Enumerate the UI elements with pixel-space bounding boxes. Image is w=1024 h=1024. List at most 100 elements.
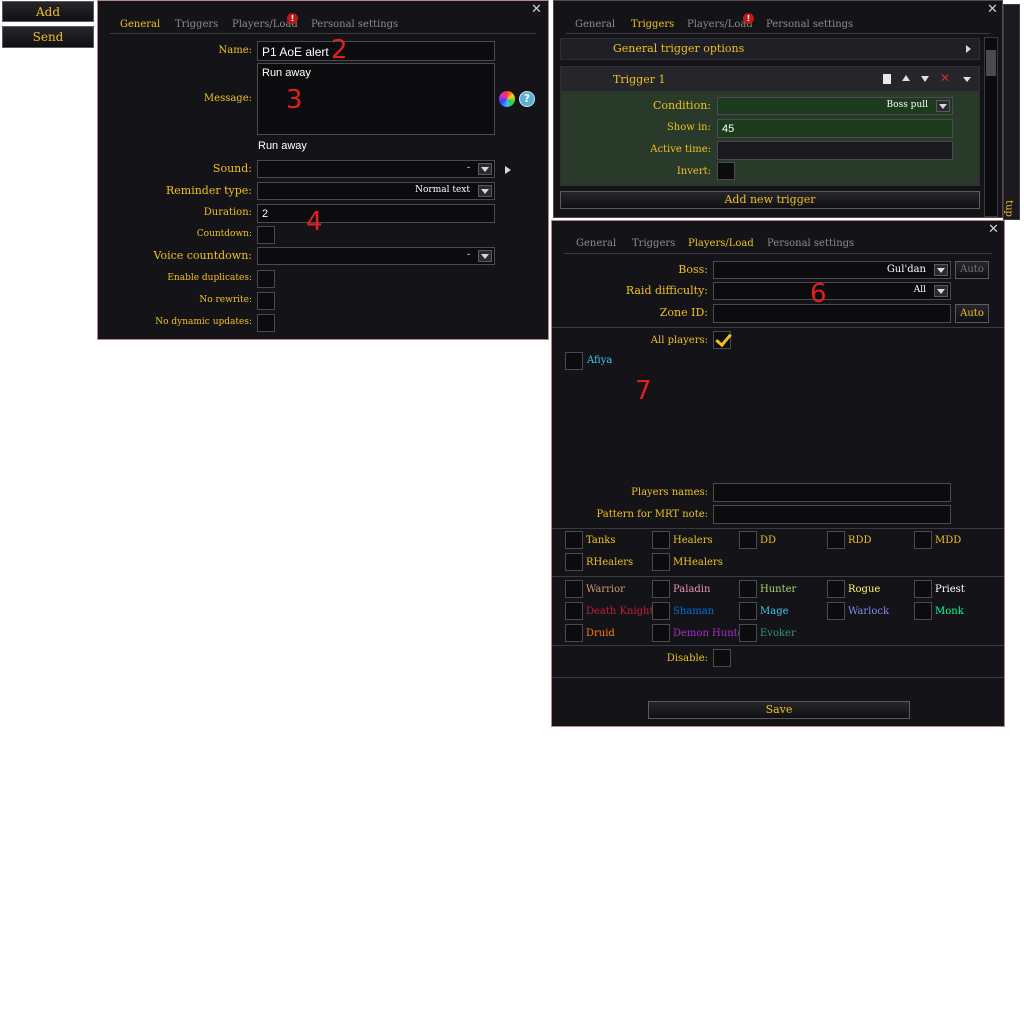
collapse-arrow-icon[interactable]: [963, 77, 971, 82]
class-checkbox-death-knight[interactable]: [565, 602, 583, 620]
duration-input[interactable]: 2: [257, 204, 495, 223]
tab-personal-settings[interactable]: Personal settings: [766, 19, 853, 30]
chevron-down-icon[interactable]: [478, 185, 492, 197]
invert-checkbox[interactable]: [717, 162, 735, 180]
class-checkbox-warlock[interactable]: [827, 602, 845, 620]
voice-countdown-dropdown[interactable]: -: [257, 247, 495, 265]
sound-value: -: [466, 163, 470, 173]
role-mdd-checkbox[interactable]: [914, 531, 932, 549]
chevron-down-icon[interactable]: [934, 285, 948, 297]
add-button[interactable]: Add: [2, 1, 94, 22]
chevron-down-icon[interactable]: [478, 163, 492, 175]
general-trigger-options-header[interactable]: General trigger options: [560, 38, 980, 60]
show-in-input[interactable]: 45: [717, 119, 953, 138]
role-dd-label: DD: [760, 535, 777, 546]
section-divider: [552, 645, 1004, 646]
enable-duplicates-checkbox[interactable]: [257, 270, 275, 288]
chevron-down-icon[interactable]: [478, 250, 492, 262]
class-checkbox-warrior[interactable]: [565, 580, 583, 598]
zone-auto-button[interactable]: Auto: [955, 304, 989, 323]
chevron-down-icon[interactable]: [936, 100, 950, 112]
raid-difficulty-label: Raid difficulty:: [625, 284, 708, 297]
boss-dropdown[interactable]: Gul'dan: [713, 261, 951, 279]
chevron-down-icon[interactable]: [934, 264, 948, 276]
trigger-1-header[interactable]: Trigger 1 ✕: [561, 67, 979, 91]
player-checkbox[interactable]: [565, 352, 583, 370]
save-button[interactable]: Save: [648, 701, 910, 719]
zone-id-input[interactable]: [713, 304, 951, 323]
move-up-icon[interactable]: [902, 75, 910, 81]
tab-personal-settings[interactable]: Personal settings: [311, 19, 398, 30]
tab-players-load[interactable]: Players/Load: [688, 238, 754, 249]
tab-triggers[interactable]: Triggers: [632, 238, 675, 249]
annotation-4: 4: [306, 207, 323, 237]
alert-icon: !: [743, 13, 754, 24]
raid-difficulty-dropdown[interactable]: All: [713, 282, 951, 300]
all-players-checkbox[interactable]: [713, 329, 732, 349]
send-button[interactable]: Send: [2, 26, 94, 48]
side-tab[interactable]: tup: [1003, 4, 1020, 220]
tab-triggers[interactable]: Triggers: [631, 19, 674, 30]
role-mhealers-checkbox[interactable]: [652, 553, 670, 571]
no-dynamic-updates-checkbox[interactable]: [257, 314, 275, 332]
role-rdd-checkbox[interactable]: [827, 531, 845, 549]
name-input[interactable]: P1 AoE alert: [257, 41, 495, 61]
class-checkbox-hunter[interactable]: [739, 580, 757, 598]
class-checkbox-rogue[interactable]: [827, 580, 845, 598]
countdown-checkbox[interactable]: [257, 226, 275, 244]
tab-general[interactable]: General: [120, 19, 160, 30]
players-names-input[interactable]: [713, 483, 951, 502]
class-checkbox-evoker[interactable]: [739, 624, 757, 642]
disable-checkbox[interactable]: [713, 649, 731, 667]
move-down-icon[interactable]: [921, 76, 929, 82]
tab-personal-settings[interactable]: Personal settings: [767, 238, 854, 249]
message-preview: Run away: [258, 140, 307, 152]
close-icon[interactable]: ✕: [988, 222, 999, 237]
class-checkbox-mage[interactable]: [739, 602, 757, 620]
zone-id-label: Zone ID:: [659, 306, 708, 319]
tab-triggers[interactable]: Triggers: [175, 19, 218, 30]
countdown-label: Countdown:: [196, 229, 252, 239]
role-rhealers-checkbox[interactable]: [565, 553, 583, 571]
close-icon[interactable]: ✕: [987, 2, 998, 17]
tab-general[interactable]: General: [575, 19, 615, 30]
role-healers-checkbox[interactable]: [652, 531, 670, 549]
reminder-type-dropdown[interactable]: Normal text: [257, 182, 495, 200]
role-tanks-label: Tanks: [586, 535, 616, 546]
side-tab-label: tup: [1002, 200, 1014, 217]
annotation-6: 6: [810, 279, 827, 309]
active-time-input[interactable]: [717, 141, 953, 160]
alert-icon: !: [287, 13, 298, 24]
delete-icon[interactable]: ✕: [940, 71, 950, 85]
close-icon[interactable]: ✕: [531, 2, 542, 17]
color-picker-icon[interactable]: [499, 91, 515, 107]
role-tanks-checkbox[interactable]: [565, 531, 583, 549]
tab-general[interactable]: General: [576, 238, 616, 249]
expand-arrow-icon[interactable]: [966, 45, 971, 53]
voice-countdown-label: Voice countdown:: [153, 249, 252, 262]
class-checkbox-monk[interactable]: [914, 602, 932, 620]
scrollbar[interactable]: [984, 37, 998, 217]
add-new-trigger-button[interactable]: Add new trigger: [560, 191, 980, 209]
boss-auto-button[interactable]: Auto: [955, 261, 989, 279]
player-name: Afiya: [587, 355, 613, 366]
class-checkbox-shaman[interactable]: [652, 602, 670, 620]
class-checkbox-priest[interactable]: [914, 580, 932, 598]
play-icon[interactable]: [505, 166, 511, 174]
boss-label: Boss:: [678, 263, 708, 276]
name-label: Name:: [218, 45, 252, 56]
role-dd-checkbox[interactable]: [739, 531, 757, 549]
no-rewrite-checkbox[interactable]: [257, 292, 275, 310]
help-icon[interactable]: ?: [519, 91, 535, 107]
pattern-input[interactable]: [713, 505, 951, 524]
reminder-type-label: Reminder type:: [165, 184, 252, 197]
class-checkbox-demon-hunter[interactable]: [652, 624, 670, 642]
annotation-7: 7: [635, 376, 652, 406]
scrollbar-thumb[interactable]: [986, 50, 996, 76]
class-checkbox-paladin[interactable]: [652, 580, 670, 598]
class-label-demon-hunter: Demon Hunter: [673, 628, 749, 639]
condition-dropdown[interactable]: Boss pull: [717, 97, 953, 115]
copy-icon[interactable]: [883, 74, 891, 84]
sound-dropdown[interactable]: -: [257, 160, 495, 178]
class-checkbox-druid[interactable]: [565, 624, 583, 642]
